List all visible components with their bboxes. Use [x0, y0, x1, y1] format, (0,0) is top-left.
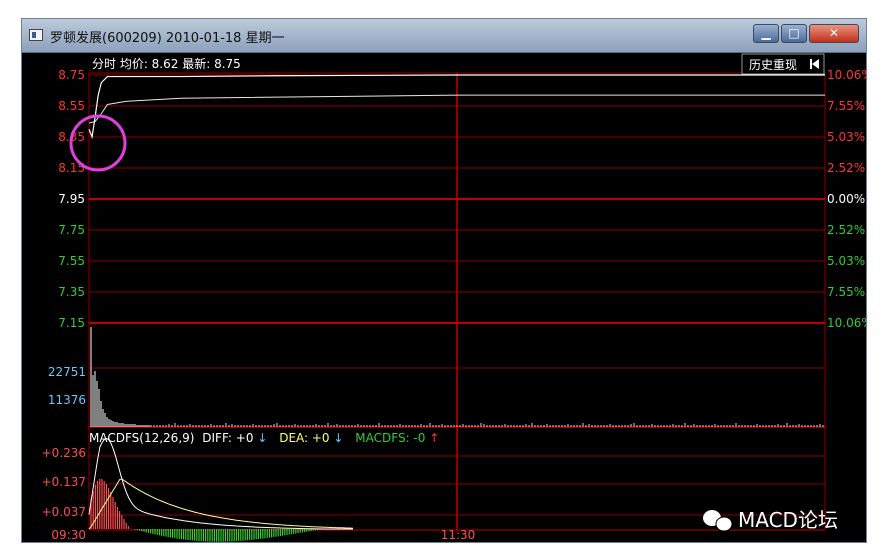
price-label-left: 7.95	[58, 192, 85, 206]
macd-label-mid: +0.137	[42, 475, 86, 489]
price-label-left: 7.15	[58, 316, 85, 330]
watermark-text: MACD论坛	[738, 508, 838, 532]
time-label-mid: 11:30	[441, 528, 476, 542]
diff-down-arrow-icon: ↓	[257, 431, 267, 445]
price-label-right: 2.52%	[827, 223, 865, 237]
app-icon	[29, 29, 43, 41]
volume-label-max: 22751	[48, 365, 86, 379]
price-label-left: 7.35	[58, 285, 85, 299]
price-label-right: 0.00%	[827, 192, 865, 206]
replay-button-label: 历史重现	[749, 58, 797, 72]
macd-legend-name: MACDFS(12,26,9)	[89, 431, 194, 445]
price-label-right: 7.55%	[827, 99, 865, 113]
macd-label-low: +0.037	[42, 505, 86, 519]
price-axis-left: 8.758.558.358.157.957.757.557.357.15	[58, 68, 85, 330]
close-button[interactable]: ✕	[809, 24, 859, 43]
macd-legend-diff: DIFF: +0	[202, 431, 253, 445]
macd-legend: MACDFS(12,26,9) DIFF: +0 ↓ DEA: +0 ↓ MAC…	[89, 431, 439, 445]
app-window: 罗顿发展(600209) 2010-01-18 星期一 ▁ □ ✕ 分时 均价:…	[21, 18, 867, 543]
chart-grid	[88, 72, 826, 531]
minimize-button[interactable]: ▁	[753, 24, 779, 43]
volume-label-mid: 11376	[48, 393, 86, 407]
price-label-right: 2.52%	[827, 161, 865, 175]
header-info: 分时 均价: 8.62 最新: 8.75	[92, 56, 241, 71]
macd-legend-dea: DEA: +0	[279, 431, 329, 445]
time-label-start: 09:30	[51, 528, 86, 542]
dea-down-arrow-icon: ↓	[333, 431, 343, 445]
intraday-chart: 分时 均价: 8.62 最新: 8.75 历史重现 8.758.558.358.…	[42, 53, 867, 542]
price-label-left: 8.75	[58, 68, 85, 82]
price-label-left: 7.75	[58, 223, 85, 237]
price-label-right: 7.55%	[827, 285, 865, 299]
window-title: 罗顿发展(600209) 2010-01-18 星期一	[50, 31, 285, 46]
maximize-button[interactable]: □	[781, 24, 807, 43]
macdfs-up-arrow-icon: ↑	[429, 431, 439, 445]
price-axis-right: 10.06% 7.55% 5.03% 2.52% 0.00% 2.52% 5.03% 7.55…	[827, 68, 867, 330]
macd-dea-line	[88, 478, 354, 530]
price-label-right: 10.06%	[827, 68, 867, 82]
title-bar[interactable]: 罗顿发展(600209) 2010-01-18 星期一 ▁ □ ✕	[22, 19, 866, 53]
price-label-right: 10.06%	[827, 316, 867, 330]
macd-label-top: +0.236	[42, 446, 86, 460]
macd-legend-macdfs: MACDFS: -0	[355, 431, 425, 445]
replay-button[interactable]: 历史重现	[741, 53, 825, 75]
price-label-left: 8.55	[58, 99, 85, 113]
watermark: MACD论坛	[703, 508, 838, 532]
price-label-right: 5.03%	[827, 254, 865, 268]
price-label-left: 7.55	[58, 254, 85, 268]
price-label-right: 5.03%	[827, 130, 865, 144]
wechat-icon	[703, 510, 733, 532]
